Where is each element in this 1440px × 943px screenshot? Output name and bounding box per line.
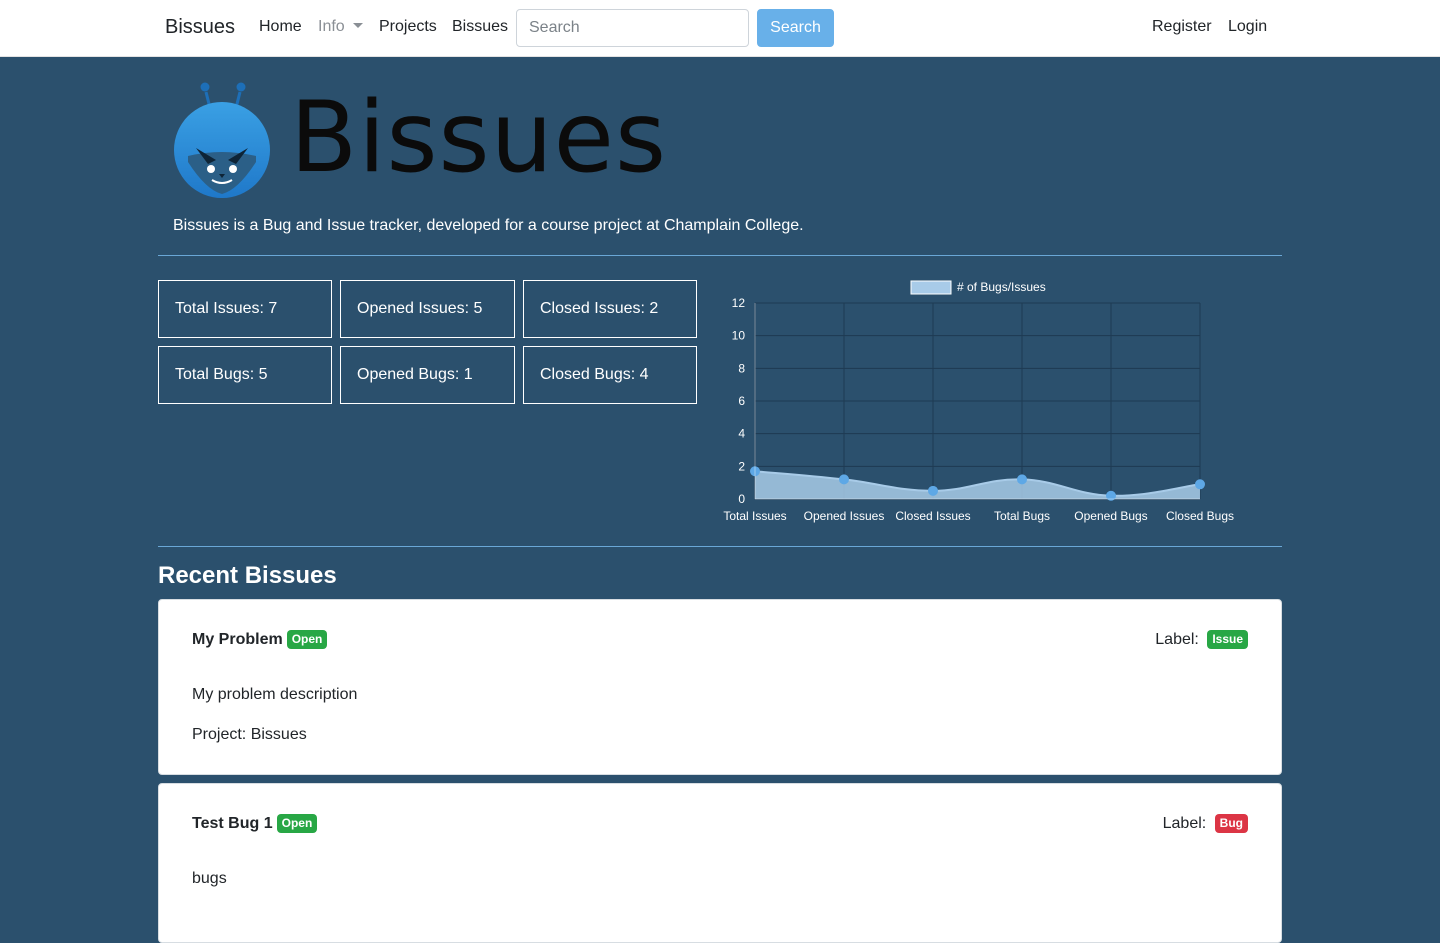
logo-wordmark: Bissues [290, 81, 668, 195]
bissue-title[interactable]: My Problem Open [192, 630, 328, 649]
divider [158, 546, 1282, 547]
stat-opened-bugs: Opened Bugs: 1 [340, 346, 515, 404]
bissue-title-text: My Problem [192, 631, 283, 648]
bissue-title-text: Test Bug 1 [192, 815, 273, 832]
stat-total-issues: Total Issues: 7 [158, 280, 332, 338]
nav-home-link[interactable]: Home [259, 18, 302, 36]
stat-closed-bugs: Closed Bugs: 4 [523, 346, 697, 404]
x-tick-label: Opened Issues [804, 509, 885, 523]
chart-point [1017, 474, 1027, 485]
top-navbar: Bissues Home Info Projects Bissues Searc… [0, 0, 1440, 57]
stat-opened-issues: Opened Issues: 5 [340, 280, 515, 338]
tagline: Bissues is a Bug and Issue tracker, deve… [173, 217, 804, 234]
x-tick-label: Total Bugs [994, 509, 1050, 523]
bissue-description: bugs [192, 870, 227, 887]
status-badge: Open [286, 630, 328, 649]
bissue-title[interactable]: Test Bug 1 Open [192, 814, 318, 833]
search-input[interactable] [516, 9, 749, 47]
divider [158, 255, 1282, 256]
label-prefix: Label: [1162, 815, 1207, 832]
bissue-label: Label: Issue [1155, 630, 1248, 649]
nav-bissues-link[interactable]: Bissues [452, 18, 508, 36]
x-tick-label: Closed Bugs [1166, 509, 1234, 523]
y-tick-label: 6 [738, 394, 745, 408]
y-tick-label: 8 [738, 361, 745, 375]
nav-projects-link[interactable]: Projects [379, 18, 437, 36]
x-tick-label: Closed Issues [895, 509, 970, 523]
bissue-description: My problem description [192, 686, 358, 703]
y-tick-label: 0 [738, 492, 745, 506]
stat-total-bugs: Total Bugs: 5 [158, 346, 332, 404]
search-button[interactable]: Search [757, 9, 834, 47]
chart-point [839, 474, 849, 485]
legend-swatch [910, 280, 952, 295]
y-tick-label: 10 [732, 329, 746, 343]
bugs-issues-chart: 0 2 4 6 8 10 12 Total Issues Opened Issues Closed… [723, 280, 1234, 523]
login-link[interactable]: Login [1228, 18, 1267, 36]
status-badge: Open [276, 814, 318, 833]
brand-link[interactable]: Bissues [165, 16, 235, 39]
register-link[interactable]: Register [1152, 18, 1212, 36]
label-badge: Bug [1214, 814, 1248, 833]
y-tick-label: 4 [738, 427, 745, 441]
bissue-project: Project: Bissues [192, 726, 307, 743]
bissue-label: Label: Bug [1163, 814, 1248, 833]
y-tick-label: 2 [738, 459, 745, 473]
label-badge: Issue [1207, 630, 1248, 649]
label-prefix: Label: [1155, 631, 1199, 648]
bissue-card[interactable]: My Problem Open Label: Issue My problem d… [158, 599, 1282, 775]
y-tick-label: 12 [732, 296, 746, 310]
legend-label: # of Bugs/Issues [957, 280, 1046, 294]
chart-point [928, 485, 938, 496]
stat-closed-issues: Closed Issues: 2 [523, 280, 697, 338]
bissue-card[interactable]: Test Bug 1 Open Label: Bug bugs [158, 783, 1282, 943]
x-tick-label: Total Issues [723, 509, 786, 523]
bissues-logo-icon [174, 82, 270, 198]
x-tick-label: Opened Bugs [1074, 509, 1147, 523]
section-title-recent: Recent Bissues [158, 562, 337, 589]
chevron-down-icon [352, 23, 363, 28]
nav-info-dropdown[interactable]: Info [318, 18, 363, 36]
chart-point [1195, 479, 1205, 490]
nav-info-label: Info [318, 18, 345, 35]
